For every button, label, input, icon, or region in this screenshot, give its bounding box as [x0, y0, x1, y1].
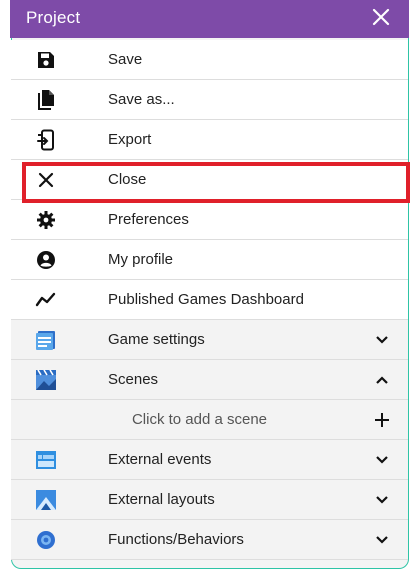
profile-icon — [35, 249, 57, 271]
game-settings-icon — [35, 329, 57, 351]
menu-item-label: My profile — [108, 251, 174, 268]
chevron-up-icon[interactable] — [374, 372, 390, 388]
add-scene-label: Click to add a scene — [131, 411, 268, 428]
dashboard-icon — [35, 289, 57, 311]
section-game-settings[interactable]: Game settings — [11, 320, 408, 360]
section-external-layouts[interactable]: External layouts — [11, 480, 408, 520]
menu-item-label: Save as... — [108, 91, 175, 108]
close-icon — [35, 169, 57, 191]
menu-item-label: Export — [108, 131, 152, 148]
external-events-icon — [35, 449, 57, 471]
menu-item-published-games-dashboard[interactable]: Published Games Dashboard — [11, 280, 408, 320]
functions-icon — [35, 529, 57, 551]
section-label: Scenes — [108, 371, 159, 388]
panel-title: Project — [26, 8, 81, 27]
export-icon — [35, 129, 57, 151]
menu-item-label: Save — [108, 51, 143, 68]
close-panel-icon[interactable] — [369, 5, 393, 29]
menu-item-save-as[interactable]: Save as... — [11, 80, 408, 120]
project-menu-list: Save Save as... Export Close Preferences… — [11, 40, 408, 560]
menu-item-label: Preferences — [108, 211, 189, 228]
section-scenes[interactable]: Scenes — [11, 360, 408, 400]
menu-item-save[interactable]: Save — [11, 40, 408, 80]
add-scene-row[interactable]: Click to add a scene — [11, 400, 408, 440]
section-label: External events — [108, 451, 212, 468]
gear-icon — [35, 209, 57, 231]
menu-item-close[interactable]: Close — [11, 160, 408, 200]
menu-item-label: Published Games Dashboard — [108, 291, 304, 308]
external-layouts-icon — [35, 489, 57, 511]
project-titlebar: Project — [10, 0, 409, 38]
section-functions-behaviors[interactable]: Functions/Behaviors — [11, 520, 408, 560]
chevron-down-icon[interactable] — [374, 332, 390, 348]
section-external-events[interactable]: External events — [11, 440, 408, 480]
save-icon — [35, 49, 57, 71]
section-label: Game settings — [108, 331, 205, 348]
menu-item-preferences[interactable]: Preferences — [11, 200, 408, 240]
menu-item-my-profile[interactable]: My profile — [11, 240, 408, 280]
chevron-down-icon[interactable] — [374, 492, 390, 508]
menu-item-label: Close — [108, 171, 147, 188]
chevron-down-icon[interactable] — [374, 532, 390, 548]
chevron-down-icon[interactable] — [374, 452, 390, 468]
section-label: Functions/Behaviors — [108, 531, 244, 548]
scenes-icon — [35, 369, 57, 391]
save-as-icon — [35, 89, 57, 111]
plus-icon[interactable] — [372, 410, 392, 430]
menu-item-export[interactable]: Export — [11, 120, 408, 160]
section-label: External layouts — [108, 491, 215, 508]
